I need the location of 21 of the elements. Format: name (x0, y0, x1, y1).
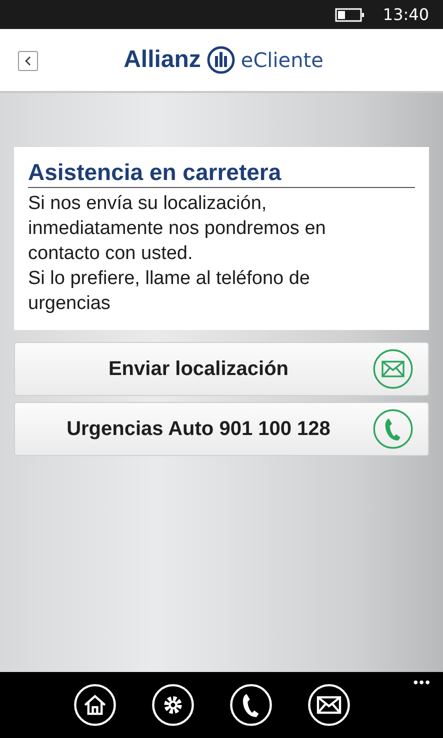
call-button[interactable]: Urgencias Auto 901 100 128 (14, 402, 429, 456)
card-text: Si nos envía su localización, inmediatamente nos pondremos en contacto con usted. (28, 192, 327, 266)
battery-icon (334, 8, 365, 22)
phone-icon (228, 683, 272, 727)
more-button[interactable]: ••• (413, 674, 431, 690)
chevron-icon (24, 56, 32, 66)
settings-button[interactable] (150, 683, 194, 727)
card-title: Asistencia en carretera (28, 159, 415, 188)
card-text: Si lo prefiere, llame al teléfono de urgencias (28, 267, 311, 316)
envelope-icon (306, 683, 350, 727)
back-button[interactable] (18, 51, 38, 71)
call-button[interactable] (228, 683, 272, 727)
send-button[interactable]: Enviar localización (14, 342, 429, 396)
product-name: eCliente (240, 48, 324, 72)
phone-icon (372, 408, 414, 450)
envelope-icon (372, 348, 414, 390)
brand-name: Allianz (124, 46, 201, 74)
clock-time: 13:40 (382, 5, 429, 24)
logo-icon (206, 46, 235, 74)
mail-button[interactable] (306, 683, 350, 727)
home-button[interactable] (72, 683, 116, 727)
